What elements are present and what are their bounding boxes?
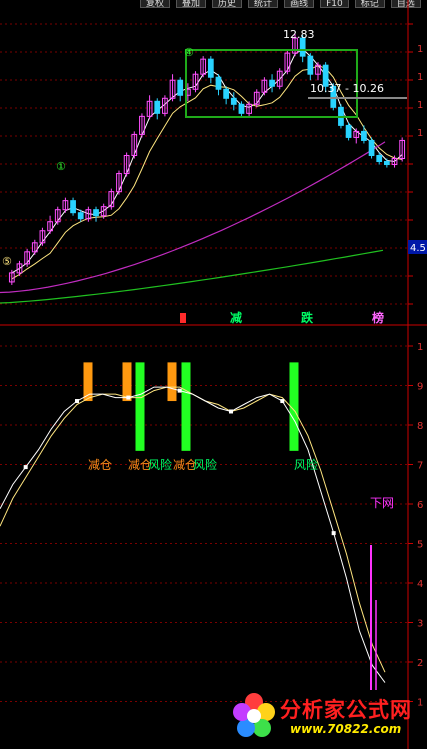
signal-label: 跌 bbox=[301, 310, 314, 325]
y-tick-label: 4 bbox=[417, 579, 423, 590]
candle-body bbox=[70, 200, 76, 214]
y-tick-label: 1 bbox=[417, 342, 423, 353]
range-label: 10.37 - 10.26 bbox=[310, 82, 384, 95]
price-box-label: 4.5 bbox=[410, 243, 426, 254]
y-tick-label: 7 bbox=[417, 461, 423, 472]
y-tick-label: 1 bbox=[417, 128, 423, 139]
indicator-panel[interactable]: 1987654321减仓 减仓风险 减仓风险 风险下网 bbox=[0, 325, 423, 749]
candle-body bbox=[223, 88, 230, 99]
candle-body bbox=[383, 161, 390, 166]
candle-body bbox=[345, 124, 352, 138]
indicator-dot bbox=[331, 531, 336, 536]
indicator-dot bbox=[126, 395, 131, 400]
candle-body bbox=[238, 103, 245, 114]
indicator-label: 风险 bbox=[294, 457, 318, 472]
marker-label: ④ bbox=[184, 46, 194, 59]
candle-body bbox=[361, 130, 367, 141]
signal-bar bbox=[167, 362, 177, 402]
signal-bar bbox=[135, 362, 145, 451]
candle-body bbox=[154, 100, 161, 114]
indicator-label: 下网 bbox=[370, 496, 394, 510]
indicator-label: 风险 bbox=[193, 457, 217, 472]
candle-body bbox=[307, 55, 314, 75]
watermark-url: www.70822.com bbox=[290, 722, 402, 736]
high-label: 12.83 bbox=[283, 28, 315, 41]
candle-body bbox=[376, 154, 383, 163]
signal-label: 减 bbox=[230, 310, 242, 325]
y-tick-label: 9 bbox=[417, 382, 423, 393]
indicator-line-yellow bbox=[0, 386, 386, 673]
indicator-dot bbox=[229, 409, 233, 414]
signal-label: 榜 bbox=[372, 310, 384, 325]
y-tick-label: 6 bbox=[417, 500, 423, 511]
ma-longest-line bbox=[0, 249, 384, 304]
candle-body bbox=[230, 97, 237, 105]
marker-label: ① bbox=[56, 160, 66, 173]
flower-icon bbox=[233, 693, 275, 737]
indicator-dot bbox=[177, 388, 182, 393]
signal-row: 减跌榜 bbox=[180, 310, 384, 325]
signal-bar bbox=[181, 362, 191, 451]
indicator-label: 减仓 bbox=[88, 458, 112, 472]
y-tick-label: 8 bbox=[417, 421, 423, 432]
indicator-dot bbox=[280, 399, 285, 404]
signal-marker bbox=[180, 313, 186, 323]
signal-bar bbox=[122, 362, 132, 402]
y-tick-label: 5 bbox=[417, 540, 423, 551]
marker-label: ⑤ bbox=[2, 255, 12, 268]
indicator-dot bbox=[75, 399, 79, 404]
indicator-label: 风险 bbox=[148, 457, 172, 472]
candle-body bbox=[93, 209, 99, 217]
indicator-dot bbox=[23, 465, 28, 470]
candle-body bbox=[77, 212, 84, 220]
candle-body bbox=[177, 79, 184, 96]
y-tick-label: 2 bbox=[417, 658, 423, 669]
watermark-brand: 分析家公式网 bbox=[280, 698, 412, 722]
candle-body bbox=[269, 79, 275, 87]
candle-body bbox=[215, 76, 222, 90]
y-tick-label: 1 bbox=[417, 44, 423, 55]
price-panel[interactable]: 1 1 1 1 12.83 10.37 - 10.26 4.5 ① ④ ⑤ bbox=[0, 0, 427, 325]
stock-chart[interactable]: 1 1 1 1 12.83 10.37 - 10.26 4.5 ① ④ ⑤ 1 9 8 7 6 5 4 3 2 1 减… bbox=[0, 0, 427, 749]
candle-body bbox=[368, 139, 375, 156]
candle-body bbox=[207, 58, 214, 78]
y-tick-label: 1 bbox=[417, 72, 423, 83]
y-tick-label: 3 bbox=[417, 619, 423, 630]
indicator-line-white bbox=[0, 386, 386, 683]
watermark-logo: 分析家公式网 www.70822.com bbox=[228, 688, 424, 746]
y-tick-label: 1 bbox=[417, 100, 423, 111]
